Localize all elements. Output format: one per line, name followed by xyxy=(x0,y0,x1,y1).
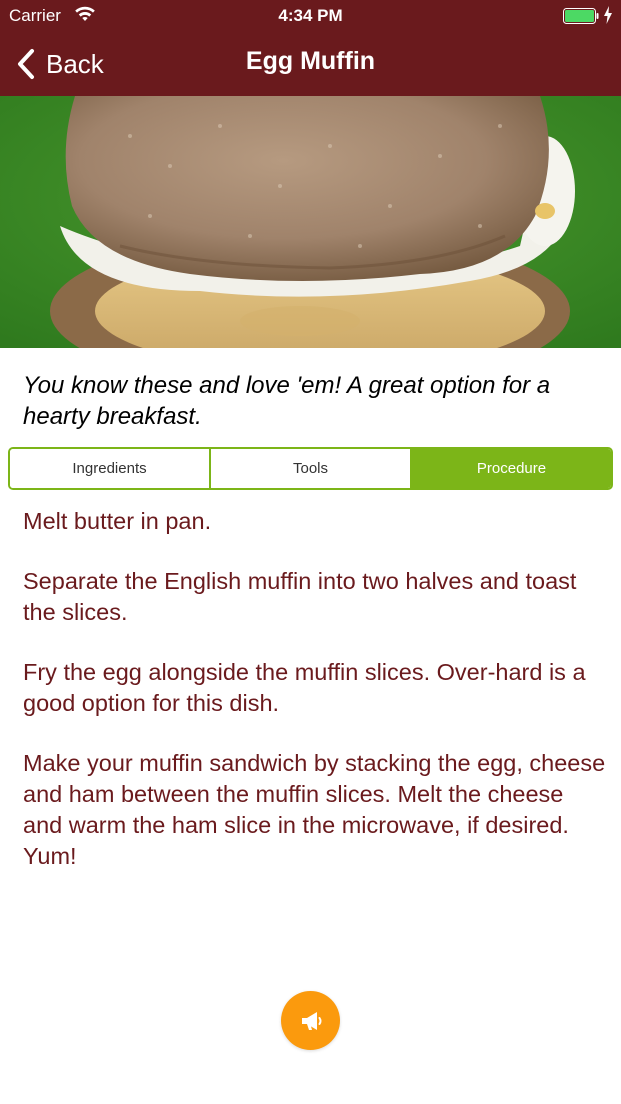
tab-segmented-control: Ingredients Tools Procedure xyxy=(8,447,613,490)
procedure-steps: Melt butter in pan. Separate the English… xyxy=(23,506,608,901)
navigation-bar: Carrier 4:34 PM Back Egg Muffin xyxy=(0,0,621,96)
procedure-step: Make your muffin sandwich by stacking th… xyxy=(23,750,606,869)
procedure-step: Fry the egg alongside the muffin slices.… xyxy=(23,659,586,716)
announce-button[interactable] xyxy=(281,991,340,1050)
tab-tools[interactable]: Tools xyxy=(209,449,410,488)
recipe-screen: Carrier 4:34 PM Back Egg Muffin You know… xyxy=(0,0,621,1104)
battery-icon xyxy=(563,8,599,24)
megaphone-icon xyxy=(301,1011,321,1030)
status-bar: Carrier 4:34 PM xyxy=(0,0,621,32)
page-title: Egg Muffin xyxy=(245,47,376,75)
procedure-step: Melt butter in pan. xyxy=(23,508,212,534)
procedure-step: Separate the English muffin into two hal… xyxy=(23,568,577,625)
recipe-photo xyxy=(0,96,621,348)
egg-muffin-photo xyxy=(0,96,621,348)
charging-bolt-icon xyxy=(604,6,612,24)
tab-ingredients[interactable]: Ingredients xyxy=(10,449,209,488)
recipe-description: You know these and love 'em! A great opt… xyxy=(23,372,551,430)
clock: 4:34 PM xyxy=(278,6,343,25)
tab-procedure[interactable]: Procedure xyxy=(410,449,611,488)
